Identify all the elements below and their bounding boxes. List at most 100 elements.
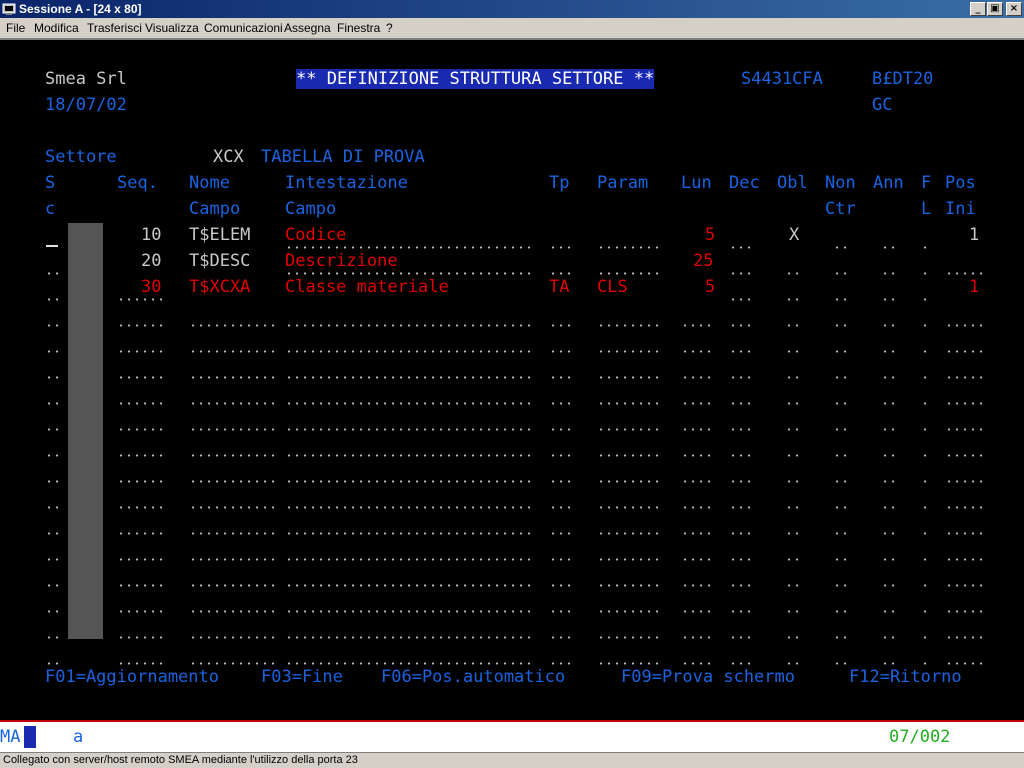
input-field-dots[interactable] bbox=[597, 350, 661, 353]
input-field-dots[interactable] bbox=[881, 454, 897, 457]
input-field-dots[interactable] bbox=[117, 324, 165, 327]
input-field-dots[interactable] bbox=[285, 636, 533, 639]
option-input-column[interactable] bbox=[68, 223, 103, 639]
input-field-dots[interactable] bbox=[45, 376, 61, 379]
input-field-dots[interactable] bbox=[945, 428, 985, 431]
input-field-dots[interactable] bbox=[921, 272, 929, 275]
input-field-dots[interactable] bbox=[945, 480, 985, 483]
input-field-dots[interactable] bbox=[117, 298, 165, 301]
input-field-dots[interactable] bbox=[785, 636, 801, 639]
input-field-dots[interactable] bbox=[549, 246, 573, 249]
input-field-dots[interactable] bbox=[921, 350, 929, 353]
input-field-dots[interactable] bbox=[45, 584, 61, 587]
menu-assegna[interactable]: Assegna bbox=[284, 21, 331, 35]
input-field-dots[interactable] bbox=[189, 506, 277, 509]
input-field-dots[interactable] bbox=[681, 428, 713, 431]
input-field-dots[interactable] bbox=[881, 480, 897, 483]
row-1-nome[interactable]: T$ELEM bbox=[189, 225, 250, 245]
input-field-dots[interactable] bbox=[189, 324, 277, 327]
menu-visualizza[interactable]: Visualizza bbox=[145, 21, 199, 35]
input-field-dots[interactable] bbox=[729, 506, 753, 509]
input-field-dots[interactable] bbox=[285, 480, 533, 483]
input-field-dots[interactable] bbox=[117, 532, 165, 535]
input-field-dots[interactable] bbox=[117, 636, 165, 639]
input-field-dots[interactable] bbox=[785, 584, 801, 587]
row-2-lun[interactable]: 25 bbox=[693, 251, 713, 271]
input-field-dots[interactable] bbox=[681, 662, 713, 665]
input-field-dots[interactable] bbox=[597, 662, 661, 665]
input-field-dots[interactable] bbox=[549, 272, 573, 275]
input-field-dots[interactable] bbox=[921, 246, 929, 249]
input-field-dots[interactable] bbox=[45, 350, 61, 353]
input-field-dots[interactable] bbox=[117, 402, 165, 405]
input-field-dots[interactable] bbox=[597, 376, 661, 379]
input-field-dots[interactable] bbox=[45, 558, 61, 561]
input-field-dots[interactable] bbox=[45, 324, 61, 327]
input-field-dots[interactable] bbox=[729, 480, 753, 483]
input-field-dots[interactable] bbox=[833, 350, 849, 353]
input-field-dots[interactable] bbox=[785, 350, 801, 353]
input-field-dots[interactable] bbox=[285, 376, 533, 379]
input-field-dots[interactable] bbox=[881, 246, 897, 249]
input-field-dots[interactable] bbox=[597, 246, 661, 249]
input-field-dots[interactable] bbox=[189, 558, 277, 561]
input-field-dots[interactable] bbox=[285, 454, 533, 457]
input-field-dots[interactable] bbox=[597, 610, 661, 613]
input-field-dots[interactable] bbox=[285, 324, 533, 327]
input-field-dots[interactable] bbox=[921, 610, 929, 613]
fkey-f12[interactable]: F12=Ritorno bbox=[849, 667, 962, 687]
input-field-dots[interactable] bbox=[549, 662, 573, 665]
input-field-dots[interactable] bbox=[881, 376, 897, 379]
input-field-dots[interactable] bbox=[945, 324, 985, 327]
input-field-dots[interactable] bbox=[921, 636, 929, 639]
input-field-dots[interactable] bbox=[549, 506, 573, 509]
input-field-dots[interactable] bbox=[881, 662, 897, 665]
input-field-dots[interactable] bbox=[549, 454, 573, 457]
input-field-dots[interactable] bbox=[681, 636, 713, 639]
close-button[interactable]: × bbox=[1006, 2, 1022, 16]
input-field-dots[interactable] bbox=[785, 376, 801, 379]
input-field-dots[interactable] bbox=[785, 506, 801, 509]
input-field-dots[interactable] bbox=[117, 610, 165, 613]
fkey-f01[interactable]: F01=Aggiornamento bbox=[45, 667, 219, 687]
terminal-screen[interactable]: Smea Srl ** DEFINIZIONE STRUTTURA SETTOR… bbox=[0, 40, 1024, 720]
input-field-dots[interactable] bbox=[881, 428, 897, 431]
input-field-dots[interactable] bbox=[945, 272, 985, 275]
input-field-dots[interactable] bbox=[785, 298, 801, 301]
input-field-dots[interactable] bbox=[597, 272, 661, 275]
input-field-dots[interactable] bbox=[785, 662, 801, 665]
input-field-dots[interactable] bbox=[881, 558, 897, 561]
input-field-dots[interactable] bbox=[833, 584, 849, 587]
input-field-dots[interactable] bbox=[881, 610, 897, 613]
input-field-dots[interactable] bbox=[921, 454, 929, 457]
menu-modifica[interactable]: Modifica bbox=[34, 21, 79, 35]
input-field-dots[interactable] bbox=[117, 350, 165, 353]
input-field-dots[interactable] bbox=[921, 402, 929, 405]
input-field-dots[interactable] bbox=[729, 610, 753, 613]
input-field-dots[interactable] bbox=[729, 272, 753, 275]
input-field-dots[interactable] bbox=[921, 324, 929, 327]
input-field-dots[interactable] bbox=[117, 558, 165, 561]
input-field-dots[interactable] bbox=[549, 376, 573, 379]
restore-button[interactable]: ▣ bbox=[987, 2, 1003, 16]
input-field-dots[interactable] bbox=[549, 584, 573, 587]
input-field-dots[interactable] bbox=[833, 480, 849, 483]
input-field-dots[interactable] bbox=[45, 402, 61, 405]
input-field-dots[interactable] bbox=[729, 584, 753, 587]
input-field-dots[interactable] bbox=[45, 428, 61, 431]
input-field-dots[interactable] bbox=[549, 558, 573, 561]
input-field-dots[interactable] bbox=[681, 506, 713, 509]
input-field-dots[interactable] bbox=[785, 402, 801, 405]
row-3-tp[interactable]: TA bbox=[549, 277, 569, 297]
input-field-dots[interactable] bbox=[45, 610, 61, 613]
input-field-dots[interactable] bbox=[681, 532, 713, 535]
row-3-pos[interactable]: 1 bbox=[969, 277, 979, 297]
input-field-dots[interactable] bbox=[881, 350, 897, 353]
input-field-dots[interactable] bbox=[117, 480, 165, 483]
input-field-dots[interactable] bbox=[117, 662, 165, 665]
input-field-dots[interactable] bbox=[729, 350, 753, 353]
input-field-dots[interactable] bbox=[285, 506, 533, 509]
input-field-dots[interactable] bbox=[597, 402, 661, 405]
input-field-dots[interactable] bbox=[729, 428, 753, 431]
input-field-dots[interactable] bbox=[45, 298, 61, 301]
